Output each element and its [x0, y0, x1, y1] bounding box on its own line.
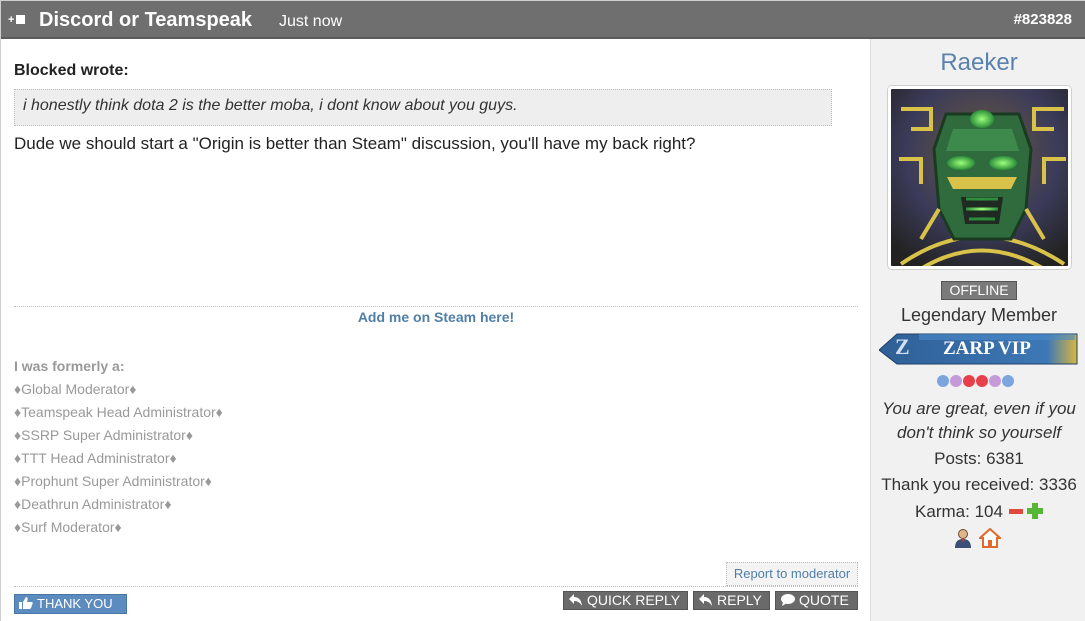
roles-heading: I was formerly a:: [14, 358, 125, 374]
user-rank: Legendary Member: [900, 305, 1058, 325]
quote-button[interactable]: QUOTE: [775, 591, 858, 610]
role-item: ♦Teamspeak Head Administrator♦: [14, 404, 223, 420]
post-title[interactable]: Discord or Teamspeak: [39, 7, 252, 33]
post-body: Dude we should start a "Origin is better…: [14, 134, 696, 153]
rank-dot: [1002, 375, 1014, 387]
reply-label: REPLY: [717, 592, 762, 608]
signature-roles: I was formerly a: ♦Global Moderator♦ ♦Te…: [14, 355, 223, 539]
speech-bubble-icon: [781, 594, 795, 606]
rank-dot: [963, 375, 975, 387]
quote-author: Blocked wrote:: [14, 62, 129, 79]
reply-arrow-icon: [569, 594, 582, 606]
quote-box: i honestly think dota 2 is the better mo…: [14, 89, 832, 126]
rank-dot: [937, 375, 949, 387]
karma-plus-icon[interactable]: [1026, 503, 1043, 519]
reply-button[interactable]: REPLY: [693, 591, 770, 610]
user-motto: You are great, even if you don't think s…: [871, 397, 1085, 445]
karma-row: Karma: 104: [871, 502, 1085, 522]
rank-dots: [937, 375, 1015, 389]
post-header: + Discord or Teamspeak Just now #823828: [1, 1, 1085, 39]
role-item: ♦Prophunt Super Administrator♦: [14, 473, 212, 489]
username-link[interactable]: Raeker: [871, 49, 1085, 77]
vip-letter: Z: [895, 334, 910, 359]
role-item: ♦TTT Head Administrator♦: [14, 450, 177, 466]
post-number-link[interactable]: #823828: [1014, 11, 1072, 29]
role-item: ♦SSRP Super Administrator♦: [14, 427, 193, 443]
report-to-moderator-button[interactable]: Report to moderator: [726, 562, 858, 586]
forum-post: + Discord or Teamspeak Just now #823828 …: [0, 0, 1085, 621]
rank-dot: [950, 375, 962, 387]
post-time: Just now: [279, 13, 343, 30]
rank-dot: [976, 375, 988, 387]
rank-dot: [989, 375, 1001, 387]
motto-line: You are great, even if you: [882, 399, 1076, 418]
thanks-received: Thank you received: 3336: [881, 475, 1077, 494]
avatar-mask-image: [891, 89, 1068, 266]
role-item: ♦Surf Moderator♦: [14, 519, 122, 535]
profile-icons: [953, 528, 1013, 550]
user-avatar[interactable]: [888, 86, 1071, 269]
reply-arrow-icon: [699, 594, 712, 606]
home-icon[interactable]: [979, 528, 1001, 548]
vip-label: ZARP VIP: [943, 338, 1031, 359]
thank-you-button[interactable]: THANK YOU: [14, 594, 127, 614]
post-content: Blocked wrote: i honestly think dota 2 i…: [1, 39, 870, 621]
karma-minus-icon[interactable]: [1008, 509, 1023, 514]
post-count: Posts: 6381: [934, 449, 1024, 468]
quote-label: QUOTE: [799, 592, 849, 608]
motto-line: don't think so yourself: [897, 423, 1061, 442]
quick-reply-label: QUICK REPLY: [587, 592, 681, 608]
status-badge: OFFLINE: [941, 281, 1017, 300]
collapse-toggle-icon[interactable]: +: [8, 13, 28, 27]
karma-value: Karma: 104: [915, 502, 1003, 521]
role-item: ♦Global Moderator♦: [14, 381, 137, 397]
user-profile-panel: Raeker OFFLINE Legendary Member Z ZARP V…: [870, 39, 1085, 621]
user-profile-icon[interactable]: [953, 528, 973, 548]
role-item: ♦Deathrun Administrator♦: [14, 496, 172, 512]
quick-reply-button[interactable]: QUICK REPLY: [563, 591, 688, 610]
thank-you-label: THANK YOU: [37, 596, 113, 611]
steam-profile-link[interactable]: Add me on Steam here!: [14, 309, 858, 325]
actions-divider: [14, 586, 858, 587]
signature-divider: [14, 306, 858, 307]
vip-badge: Z ZARP VIP: [878, 332, 1079, 368]
thumbs-up-icon: [19, 597, 33, 609]
